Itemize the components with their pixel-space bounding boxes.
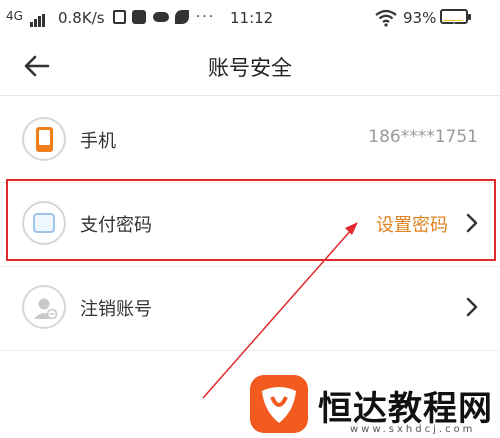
phone-glyph bbox=[36, 127, 53, 152]
watermark-text: 恒达教程网 bbox=[318, 389, 493, 429]
list-item-phone[interactable]: 手机 186****1751 bbox=[0, 97, 500, 183]
clock: 11:12 bbox=[230, 9, 274, 27]
network-type: 4G bbox=[6, 9, 23, 23]
watermark: 恒达教程网 www.sxhdcj.com bbox=[250, 375, 500, 438]
user-remove-icon bbox=[22, 285, 66, 329]
battery-percent: 93% bbox=[403, 9, 437, 27]
phone-number-value: 186****1751 bbox=[368, 127, 478, 147]
message-icon bbox=[132, 10, 147, 24]
battery-icon: ⚡ bbox=[440, 9, 471, 33]
annotation-highlight-box bbox=[6, 179, 496, 261]
sim-card-icon bbox=[113, 10, 126, 24]
watermark-url: www.sxhdcj.com bbox=[350, 424, 476, 435]
network-speed: 0.8K/s bbox=[58, 9, 105, 27]
watermark-logo bbox=[250, 375, 308, 433]
list-item-cancel-account[interactable]: 注销账号 bbox=[0, 265, 500, 351]
status-bar: 4G 0.8K/s ··· 11:12 93% ⚡ bbox=[0, 0, 500, 36]
more-icon: ··· bbox=[195, 9, 216, 25]
fan-icon bbox=[175, 10, 190, 24]
chevron-right-icon[interactable] bbox=[464, 296, 480, 318]
phone-icon bbox=[22, 117, 66, 161]
charging-icon: ⚡ bbox=[449, 20, 457, 33]
cancel-account-label: 注销账号 bbox=[80, 299, 152, 320]
navigation-bar: 账号安全 bbox=[0, 36, 500, 96]
wifi-icon bbox=[375, 9, 397, 31]
signal-icon bbox=[30, 9, 46, 27]
phone-label: 手机 bbox=[80, 131, 116, 152]
page-title: 账号安全 bbox=[208, 56, 292, 80]
cloud-icon bbox=[152, 12, 169, 22]
notification-icons: ··· bbox=[113, 9, 215, 25]
